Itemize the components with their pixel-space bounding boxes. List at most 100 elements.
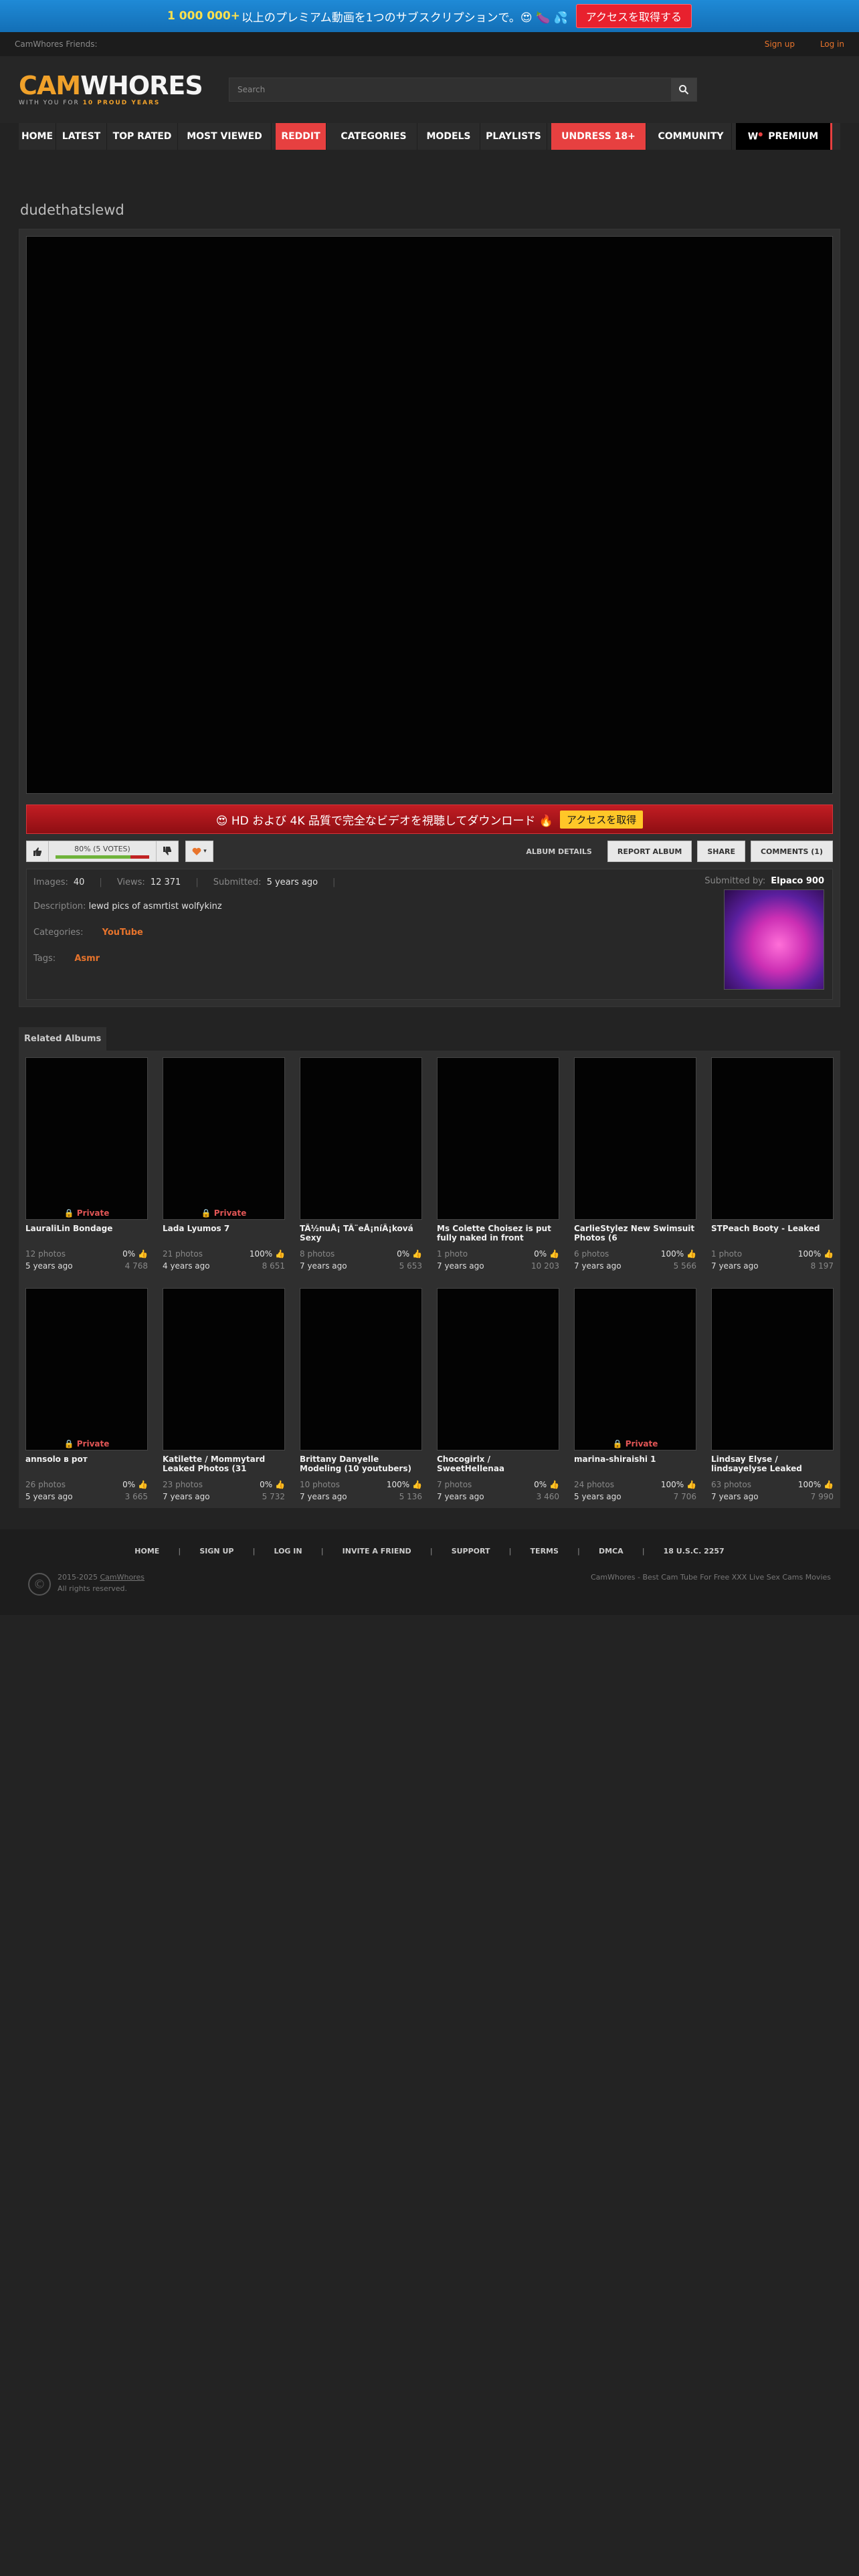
signup-link[interactable]: Sign up [765,39,795,49]
site-footer: HOME | SIGN UP | LOG IN | INVITE A FRIEND | SUPP… [0,1529,859,1615]
album-card[interactable]: Lindsay Elyse / lindsayelyse Leaked 63 p… [711,1288,834,1501]
favourite-button[interactable]: ▾ [185,841,213,862]
description-value: lewd pics of asmrtist wolfykinz [88,901,222,911]
thumbs-up-button[interactable] [26,841,49,862]
tags-label: Tags: [33,954,56,964]
nav-undress[interactable]: UNDRESS 18+ [551,123,646,150]
album-card[interactable]: 🔒 Private marina-shiraishi 1 24 photos 1… [574,1288,696,1501]
album-thumbnail[interactable] [437,1057,559,1220]
album-thumbnail[interactable] [300,1288,422,1451]
album-card-title[interactable]: Katilette / Mommytard Leaked Photos (31 [163,1455,285,1475]
album-card[interactable]: STPeach Booty - Leaked 1 photo 100% 👍 7 … [711,1057,834,1271]
nav-latest[interactable]: LATEST [56,123,107,150]
thumbs-up-icon: 👍 [549,1249,559,1259]
album-card-title[interactable]: Lindsay Elyse / lindsayelyse Leaked [711,1455,834,1475]
footer-link[interactable]: TERMS [531,1547,559,1555]
album-card-title[interactable]: TÃ½nuÅ¡ TÃ¨eÅ¡níÃ¡ková Sexy [300,1224,422,1244]
nav-premium[interactable]: W● PREMIUM [736,123,832,150]
album-thumbnail[interactable] [300,1057,422,1220]
private-badge: 🔒 Private [26,1439,147,1448]
album-thumbnail[interactable]: 🔒 Private [25,1057,148,1220]
album-card[interactable]: 🔒 Private annsolo в рот 26 photos 0% 👍 5… [25,1288,148,1501]
album-card-title[interactable]: marina-shiraishi 1 [574,1455,696,1475]
nav-categories[interactable]: CATEGORIES [330,123,417,150]
album-card-rating: 100% [660,1249,684,1259]
album-card-title[interactable]: Chocogirlx / SweetHellenaa [437,1455,559,1475]
nav-most-viewed[interactable]: MOST VIEWED [178,123,272,150]
album-card-title[interactable]: Lada Lyumos 7 [163,1224,285,1244]
nav-models[interactable]: MODELS [417,123,480,150]
album-thumbnail[interactable]: 🔒 Private [25,1288,148,1451]
album-card-title[interactable]: Ms Colette Choisez is put fully naked in… [437,1224,559,1244]
login-link[interactable]: Log in [820,39,844,49]
private-badge: 🔒 Private [575,1439,696,1448]
footer-link[interactable]: INVITE A FRIEND [343,1547,411,1555]
album-card[interactable]: 🔒 Private LauraliLin Bondage 12 photos 0… [25,1057,148,1271]
nav-community[interactable]: COMMUNITY [650,123,732,150]
album-card-age: 7 years ago [163,1492,210,1501]
album-card-title[interactable]: CarlieStylez New Swimsuit Photos (6 [574,1224,696,1244]
banner-access-button[interactable]: アクセスを取得 [559,810,644,829]
submitter-name[interactable]: Elpaco 900 [771,876,824,886]
site-logo[interactable]: CAMWHORES WITH YOU FOR 10 PROUD YEARS [19,73,203,106]
submitted-value: 5 years ago [266,877,318,887]
album-card-title[interactable]: STPeach Booty - Leaked [711,1224,834,1244]
tab-share[interactable]: SHARE [697,841,745,862]
album-thumbnail[interactable] [711,1057,834,1220]
album-card[interactable]: Katilette / Mommytard Leaked Photos (31 … [163,1288,285,1501]
footer-link[interactable]: SUPPORT [452,1547,490,1555]
private-badge: 🔒 Private [26,1208,147,1218]
category-link[interactable]: YouTube [102,928,143,938]
footer-link[interactable]: LOG IN [274,1547,302,1555]
album-card[interactable]: Brittany Danyelle Modeling (10 youtubers… [300,1288,422,1501]
submitter-avatar[interactable] [724,889,824,990]
album-card-photos: 12 photos [25,1249,66,1259]
footer-link[interactable]: DMCA [599,1547,624,1555]
footer-separator: | [252,1547,256,1555]
footer-brand-link[interactable]: CamWhores [100,1573,145,1582]
thumbs-down-icon [163,847,171,855]
album-thumbnail[interactable] [574,1057,696,1220]
album-card-title[interactable]: annsolo в рот [25,1455,148,1475]
hd-promo-banner[interactable]: 😍 HD および 4K 品質で完全なビデオを視聴してダウンロード 🔥 アクセスを… [26,804,833,834]
album-card-photos: 24 photos [574,1480,614,1489]
album-card-rating: 100% [386,1480,410,1489]
album-thumbnail[interactable]: 🔒 Private [574,1288,696,1451]
search-input[interactable]: Search [229,78,697,102]
tab-comments[interactable]: COMMENTS (1) [750,841,833,862]
album-card[interactable]: TÃ½nuÅ¡ TÃ¨eÅ¡níÃ¡ková Sexy 8 photos 0% … [300,1057,422,1271]
nav-playlists[interactable]: PLAYLISTS [480,123,547,150]
promo-access-button[interactable]: アクセスを取得する [575,4,692,28]
album-viewer[interactable] [26,236,833,794]
album-card[interactable]: 🔒 Private Lada Lyumos 7 21 photos 100% 👍… [163,1057,285,1271]
footer-link[interactable]: 18 U.S.C. 2257 [664,1547,725,1555]
nav-top-rated[interactable]: TOP RATED [107,123,178,150]
rating-bar [56,855,149,859]
promo-banner[interactable]: 1 000 000+ 以上のプレミアム動画を1つのサブスクリプションで。😍 🍆 … [0,0,859,32]
search-button[interactable] [671,78,696,101]
album-card-title[interactable]: Brittany Danyelle Modeling (10 youtubers… [300,1455,422,1475]
album-thumbnail[interactable] [711,1288,834,1451]
tag-link[interactable]: Asmr [74,954,100,964]
promo-count: 1 000 000+ [167,9,240,23]
album-thumbnail[interactable]: 🔒 Private [163,1057,285,1220]
album-card-photos: 7 photos [437,1480,472,1489]
album-card-photos: 1 photo [437,1249,468,1259]
tab-report-album[interactable]: REPORT ALBUM [607,841,692,862]
album-card[interactable]: Ms Colette Choisez is put fully naked in… [437,1057,559,1271]
album-card-title[interactable]: LauraliLin Bondage [25,1224,148,1244]
album-thumbnail[interactable] [163,1288,285,1451]
album-card[interactable]: Chocogirlx / SweetHellenaa 7 photos 0% 👍… [437,1288,559,1501]
album-thumbnail[interactable] [437,1288,559,1451]
thumbs-up-icon: 👍 [138,1480,148,1489]
thumbs-down-button[interactable] [156,841,179,862]
nav-home[interactable]: HOME [19,123,56,150]
thumbs-up-icon: 👍 [412,1249,422,1259]
tab-album-details[interactable]: ALBUM DETAILS [516,841,602,862]
tab-related-albums[interactable]: Related Albums [19,1027,107,1051]
nav-reddit[interactable]: REDDIT [276,123,326,150]
footer-link[interactable]: SIGN UP [199,1547,233,1555]
album-card[interactable]: CarlieStylez New Swimsuit Photos (6 6 ph… [574,1057,696,1271]
album-card-age: 5 years ago [25,1492,73,1501]
footer-link[interactable]: HOME [134,1547,159,1555]
